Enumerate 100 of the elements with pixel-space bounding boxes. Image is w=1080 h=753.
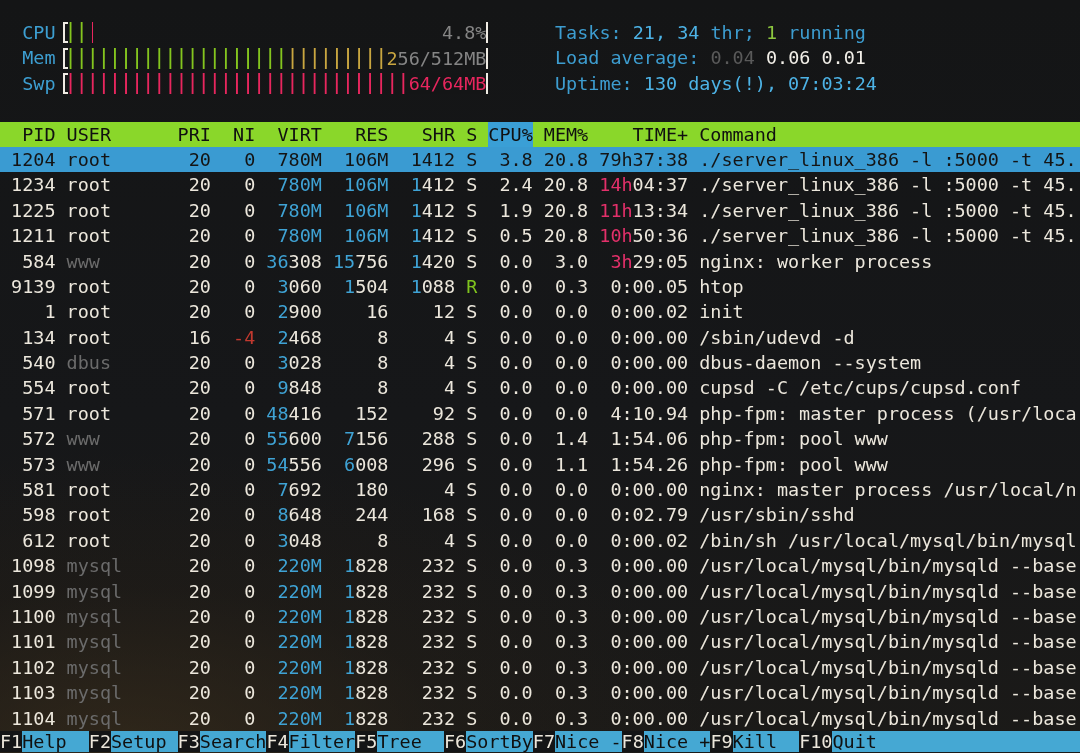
column-header[interactable]: CPU% [488,121,533,147]
process-row[interactable]: 1204 root 20 0 780M 106M 1412 S 3.8 20.8 79h37:38 ./server_linux_386 -l :5000 -t 45. [0,146,1080,173]
command-text: ./server_linux_386 -l :5000 -t 45. [699,224,1078,249]
pid-value: 1098 [10,554,56,579]
nice-value: 0 [243,554,256,579]
memory-percent-value: 0.0 [553,503,589,528]
cpu-time-value: 79h37:38 [599,147,689,172]
cpu-percent-value: 0.0 [498,630,533,655]
cpu-percent-value: 2.4 [498,173,533,198]
resident-memory-value: 1828 [343,681,389,706]
command-text: dbus-daemon --system [699,351,923,376]
memory-percent-value: 0.0 [553,528,589,553]
state-letter: S [466,503,478,528]
process-row[interactable]: 1099 mysql 20 0 220M 1828 232 S 0.0 0.3 0:00.00 /usr/local/mysql/bin/mysqld --base [0,578,1080,604]
nice-value: 0 [243,427,256,452]
column-header[interactable]: PID [0,121,56,147]
column-header[interactable]: PRI [177,121,211,147]
cpu-time-value: 0:00.02 [609,528,689,553]
virtual-memory-value: 48416 [266,401,322,426]
process-row[interactable]: 1 root 20 0 2900 16 12 S 0.0 0.0 0:00.02 init [0,299,1080,325]
user-name: root [66,198,112,223]
state-letter: S [466,706,478,731]
pid-value: 554 [21,376,56,401]
nice-value: 0 [243,579,256,604]
resident-memory-value: 8 [376,528,389,553]
resident-memory-value: 180 [354,478,389,503]
priority-value: 20 [187,655,211,680]
process-row[interactable]: 1100 mysql 20 0 220M 1828 232 S 0.0 0.3 0:00.00 /usr/local/mysql/bin/mysqld --base [0,604,1080,630]
process-row[interactable]: 1098 mysql 20 0 220M 1828 232 S 0.0 0.3 0:00.00 /usr/local/mysql/bin/mysqld --base [0,553,1080,579]
column-header[interactable]: TIME+ [599,121,689,147]
command-text: ./server_linux_386 -l :5000 -t 45. [699,198,1078,223]
resident-memory-value: 1828 [343,630,389,655]
memory-percent-value: 0.0 [553,351,589,376]
command-text: nginx: master process /usr/local/n [699,478,1078,503]
process-row[interactable]: 9139 root 20 0 3060 1504 1088 R 0.0 0.3 0:00.05 htop [0,273,1080,300]
shared-memory-value: 92 [431,401,456,426]
shared-memory-value: 4 [442,351,456,376]
virtual-memory-value: 3028 [276,351,322,376]
process-row[interactable]: 1211 root 20 0 780M 106M 1412 S 0.5 20.8 10h50:36 ./server_linux_386 -l :5000 -t 45. [0,223,1080,249]
process-row[interactable]: 1103 mysql 20 0 220M 1828 232 S 0.0 0.3 0:00.00 /usr/local/mysql/bin/mysqld --base [0,680,1080,706]
shared-memory-value: 12 [431,300,456,325]
state-letter: S [466,376,478,401]
cpu-percent-value: 0.0 [498,478,533,503]
shared-memory-value: 288 [420,427,456,452]
column-header[interactable]: RES [332,121,389,147]
command-text: php-fpm: pool www [699,427,889,452]
user-name: root [66,401,112,426]
process-row[interactable]: 1234 root 20 0 780M 106M 1412 S 2.4 20.8 14h04:37 ./server_linux_386 -l :5000 -t 45. [0,172,1080,198]
virtual-memory-value: 220M [276,706,322,731]
cpu-percent-value: 0.0 [498,681,533,706]
virtual-memory-value: 9848 [276,376,322,401]
user-name: root [66,147,112,172]
nice-value: 0 [243,478,256,503]
state-letter: S [466,554,478,579]
process-row[interactable]: 571 root 20 0 48416 152 92 S 0.0 0.0 4:10.94 php-fpm: master process (/usr/loca [0,400,1080,427]
column-header[interactable]: Command [699,121,1080,147]
priority-value: 20 [187,706,211,731]
column-header[interactable]: VIRT [266,121,322,147]
process-row[interactable]: 584 www 20 0 36308 15756 1420 S 0.0 3.0 3h29:05 nginx: worker process [0,248,1080,274]
pid-value: 581 [21,478,56,503]
nice-value: 0 [243,452,256,477]
process-row[interactable]: 134 root 16 -4 2468 8 4 S 0.0 0.0 0:00.00 /sbin/udevd -d [0,324,1080,351]
process-row[interactable]: 572 www 20 0 55600 7156 288 S 0.0 1.4 1:54.06 php-fpm: pool www [0,426,1080,452]
process-row[interactable]: 540 dbus 20 0 3028 8 4 S 0.0 0.0 0:00.00 dbus-daemon --system [0,350,1080,376]
command-text: /usr/local/mysql/bin/mysqld --base [699,554,1078,579]
user-name: mysql [66,681,124,706]
process-row[interactable]: 581 root 20 0 7692 180 4 S 0.0 0.0 0:00.00 nginx: master process /usr/local/n [0,477,1080,503]
cpu-percent-value: 0.0 [498,376,533,401]
memory-percent-value: 0.3 [553,706,589,731]
function-key-label: F8 [621,730,644,752]
pid-value: 612 [21,528,56,553]
process-row[interactable]: 1104 mysql 20 0 220M 1828 232 S 0.0 0.3 0:00.00 /usr/local/mysql/bin/mysqld --base [0,705,1080,731]
user-name: root [66,528,112,553]
cpu-time-value: 14h04:37 [599,173,689,198]
priority-value: 20 [187,173,211,198]
column-header[interactable]: SHR [399,121,456,147]
column-header[interactable]: NI [221,121,256,147]
process-row[interactable]: 1102 mysql 20 0 220M 1828 232 S 0.0 0.3 0:00.00 /usr/local/mysql/bin/mysqld --base [0,654,1080,681]
process-row[interactable]: 554 root 20 0 9848 8 4 S 0.0 0.0 0:00.00 cupsd -C /etc/cups/cupsd.conf [0,375,1080,401]
process-row[interactable]: 1225 root 20 0 780M 106M 1412 S 1.9 20.8 11h13:34 ./server_linux_386 -l :5000 -t 45. [0,197,1080,224]
column-header[interactable]: MEM% [543,121,589,147]
process-row[interactable]: 598 root 20 0 8648 244 168 S 0.0 0.0 0:02.79 /usr/sbin/sshd [0,502,1080,528]
cpu-time-value: 0:00.00 [609,325,689,350]
shared-memory-value: 232 [420,605,456,629]
column-header[interactable]: USER [66,121,167,147]
shared-memory-value: 232 [420,579,456,604]
resident-memory-value: 1828 [343,655,389,680]
cpu-percent-value: 0.5 [498,224,533,249]
virtual-memory-value: 2900 [276,300,322,325]
nice-value: 0 [243,401,256,426]
command-text: /usr/local/mysql/bin/mysqld --base [699,605,1078,629]
cpu-percent-value: 0.0 [498,249,533,274]
process-row[interactable]: 1101 mysql 20 0 220M 1828 232 S 0.0 0.3 0:00.00 /usr/local/mysql/bin/mysqld --base [0,629,1080,655]
cpu-percent-value: 0.0 [498,655,533,680]
resident-memory-value: 1828 [343,706,389,731]
command-text: php-fpm: master process (/usr/loca [699,401,1078,426]
process-row[interactable]: 573 www 20 0 54556 6008 296 S 0.0 1.1 1:54.26 php-fpm: pool www [0,451,1080,478]
column-header[interactable]: S [466,121,478,147]
process-row[interactable]: 612 root 20 0 3048 8 4 S 0.0 0.0 0:00.02 /bin/sh /usr/local/mysql/bin/mysql [0,527,1080,554]
cpu-percent-value: 0.0 [498,401,533,426]
